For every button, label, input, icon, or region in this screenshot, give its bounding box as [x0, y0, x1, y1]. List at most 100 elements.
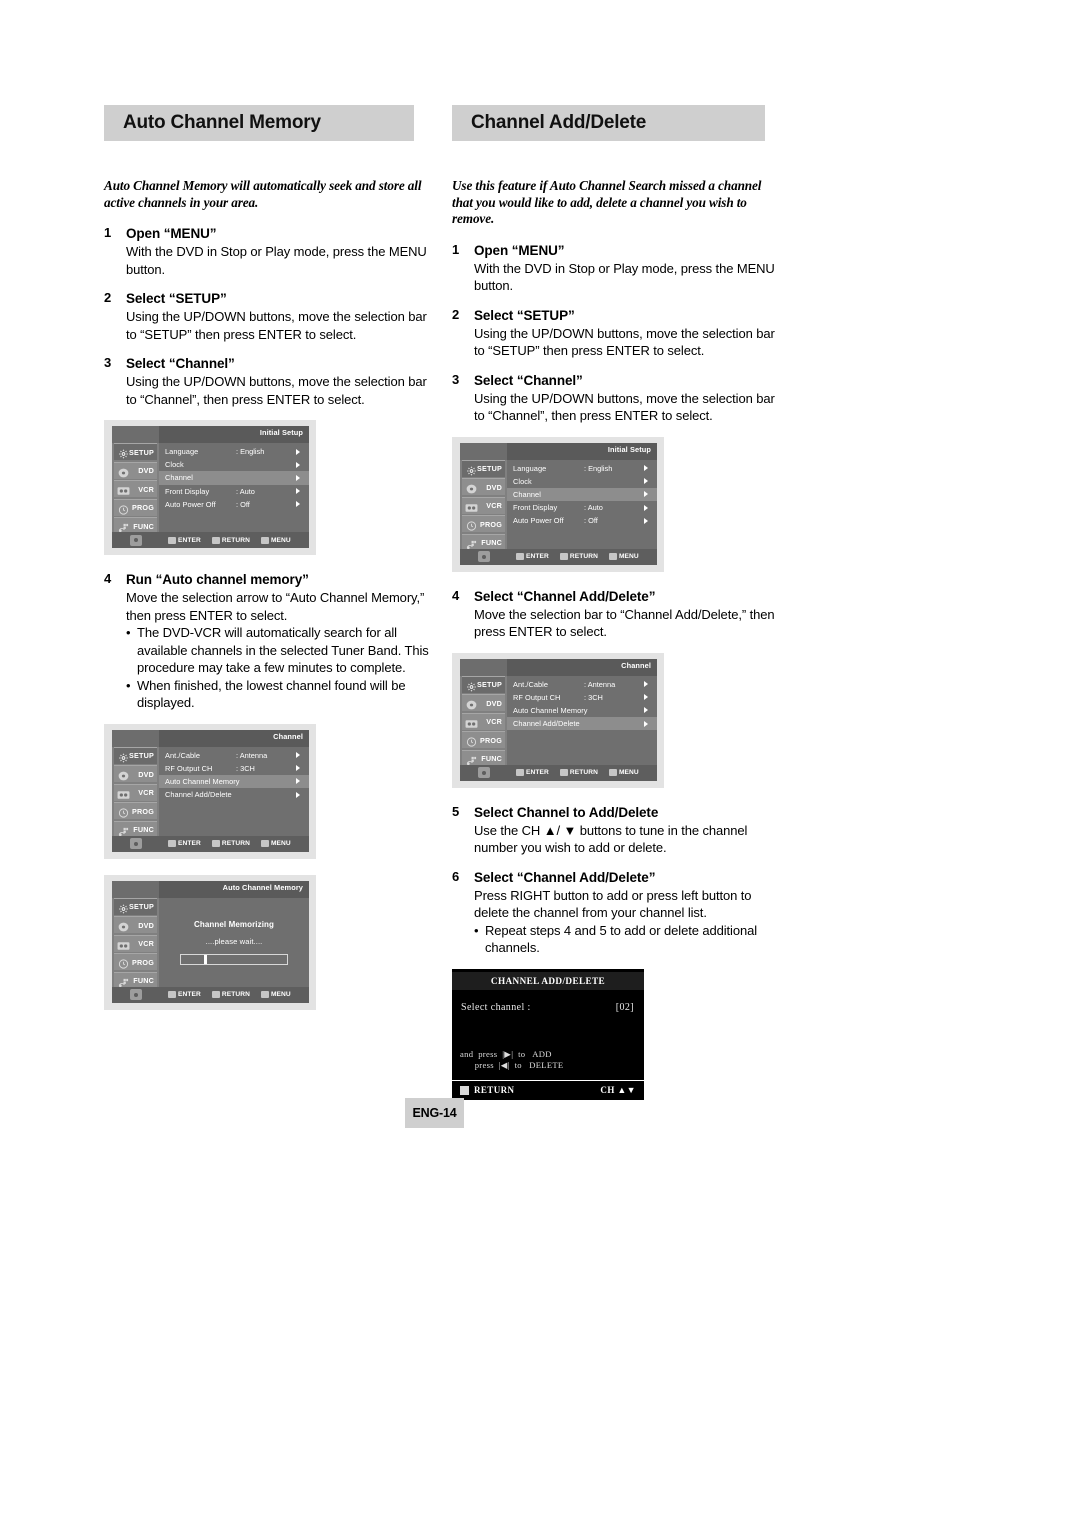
osd-menu-row[interactable]: Ant./Cable : Antenna — [507, 678, 657, 691]
osd-menu-row[interactable]: Auto Channel Memory — [507, 704, 657, 717]
footer-key-return: RETURN — [211, 991, 250, 998]
menu-key-icon — [608, 769, 617, 776]
osd-rail-item-vcr[interactable]: VCR — [114, 783, 157, 801]
step-title: Select “SETUP” — [474, 307, 575, 323]
osd-rail-item-setup[interactable]: SETUP — [462, 459, 505, 477]
osd-menu-row[interactable]: Language : English — [159, 445, 309, 458]
footer-key-label: RETURN — [221, 991, 250, 998]
osd-menu-row[interactable]: Ant./Cable : Antenna — [159, 749, 309, 762]
osd-rail-item-dvd[interactable]: DVD — [462, 694, 505, 712]
osd-rail-item-setup[interactable]: SETUP — [462, 675, 505, 693]
menu-key-icon — [260, 840, 269, 847]
osd-row-value: : Antenna — [236, 750, 268, 760]
osd-row-label: Auto Power Off — [513, 516, 564, 526]
chevron-right-icon — [644, 720, 648, 727]
osd-rail-item-setup[interactable]: SETUP — [114, 443, 157, 461]
osd-rail-item-vcr[interactable]: VCR — [462, 712, 505, 730]
footer-key-menu: MENU — [260, 840, 291, 847]
enter-key-icon — [168, 536, 176, 544]
step-3: 3 Select “Channel” Using the UP/DOWN but… — [104, 355, 432, 408]
step-number: 3 — [452, 371, 460, 387]
return-label: RETURN — [474, 1085, 515, 1095]
osd-rail-label: VCR — [486, 501, 502, 511]
step-number: 1 — [104, 225, 112, 240]
osd-menu-row[interactable]: Front Display : Auto — [159, 485, 309, 498]
osd-screen: Channel SETUP DVD VCR PROG FUNC Ant./Cab… — [460, 658, 657, 781]
osd-rail-item-dvd[interactable]: DVD — [114, 916, 157, 934]
osd-nav-rail: SETUP DVD VCR PROG FUNC — [112, 443, 159, 535]
chevron-right-icon — [296, 765, 300, 772]
progress-wait-text: ....please wait.... — [205, 936, 263, 946]
osd-menu-row[interactable]: Auto Power Off : Off — [159, 498, 309, 511]
osd-menu-row[interactable]: Clock — [507, 475, 657, 488]
osd-rail-item-dvd[interactable]: DVD — [462, 478, 505, 496]
osd-menu-row-selected[interactable]: Auto Channel Memory — [159, 774, 309, 789]
osd-row-value: : Auto — [236, 486, 255, 496]
osd-rail-label: VCR — [138, 788, 154, 798]
osd-rail-item-setup[interactable]: SETUP — [114, 897, 157, 915]
osd-screenshot-initial-setup: Initial Setup SETUP DVD VCR PROG FUNC La… — [452, 436, 664, 572]
page-number: ENG-14 — [412, 1106, 457, 1120]
step-title: Select “Channel” — [474, 372, 583, 388]
osd-title-bar: Initial Setup — [112, 426, 309, 443]
dialog-body: Select channel : [02] and press |▶| to A… — [452, 990, 644, 1080]
osd-menu-row[interactable]: Auto Power Off : Off — [507, 514, 657, 527]
footer-key-label: MENU — [618, 553, 639, 560]
cassette-icon — [117, 484, 130, 496]
osd-row-label: Ant./Cable — [513, 679, 549, 689]
osd-menu-row[interactable]: Channel Add/Delete — [159, 788, 309, 801]
osd-row-value: : 3CH — [236, 763, 255, 773]
disc-icon — [465, 698, 478, 710]
osd-rail-label: PROG — [132, 503, 154, 513]
return-key-icon — [211, 840, 220, 847]
osd-rail-item-prog[interactable]: PROG — [114, 498, 157, 516]
osd-rail-item-vcr[interactable]: VCR — [114, 480, 157, 498]
disc-icon — [465, 482, 478, 494]
osd-menu-list: Ant./Cable : Antenna RF Output CH : 3CH … — [159, 746, 309, 836]
step-1: 1 Open “MENU” With the DVD in Stop or Pl… — [452, 242, 780, 295]
step-1: 1 Open “MENU” With the DVD in Stop or Pl… — [104, 225, 432, 278]
osd-menu-row[interactable]: Front Display : Auto — [507, 501, 657, 514]
osd-rail-item-prog[interactable]: PROG — [462, 731, 505, 749]
osd-row-label: Front Display — [513, 503, 558, 513]
step-body: With the DVD in Stop or Play mode, press… — [126, 244, 427, 277]
osd-rail-item-prog[interactable]: PROG — [462, 515, 505, 533]
osd-menu-row[interactable]: RF Output CH : 3CH — [159, 762, 309, 775]
osd-row-value: : English — [584, 463, 613, 473]
osd-rail-item-prog[interactable]: PROG — [114, 953, 157, 971]
clock-icon — [465, 519, 478, 531]
return-button[interactable]: RETURN — [460, 1085, 514, 1095]
disc-icon — [117, 920, 130, 932]
cassette-icon — [117, 938, 130, 950]
osd-row-value: : Off — [584, 516, 598, 526]
osd-title-bar-corner — [460, 658, 507, 676]
dialog-title-bar: CHANNEL ADD/DELETE — [452, 968, 644, 990]
chevron-right-icon — [296, 461, 300, 468]
osd-menu-list: Language : English Clock Channel Front D… — [507, 459, 657, 549]
step-body: Press RIGHT button to add or press left … — [474, 887, 752, 921]
osd-menu-row[interactable]: RF Output CH : 3CH — [507, 691, 657, 704]
osd-rail-item-dvd[interactable]: DVD — [114, 461, 157, 479]
function-icon — [117, 824, 130, 837]
osd-rail-item-setup[interactable]: SETUP — [114, 746, 157, 764]
osd-rail-item-vcr[interactable]: VCR — [462, 496, 505, 514]
osd-nav-rail: SETUP DVD VCR PROG FUNC — [112, 746, 159, 838]
clock-icon — [117, 502, 130, 515]
function-icon — [117, 975, 130, 988]
osd-nav-rail: SETUP DVD VCR PROG FUNC — [460, 459, 507, 551]
osd-menu-row-selected[interactable]: Channel — [507, 487, 657, 502]
osd-menu-row-selected[interactable]: Channel — [159, 471, 309, 485]
osd-rail-item-vcr[interactable]: VCR — [114, 934, 157, 952]
osd-rail-label: SETUP — [129, 751, 154, 761]
osd-menu-row[interactable]: Clock — [159, 458, 309, 471]
chevron-right-icon — [644, 694, 648, 701]
step-bullets: The DVD-VCR will automatically search fo… — [126, 624, 432, 712]
osd-menu-row[interactable]: Language : English — [507, 462, 657, 475]
osd-menu-row-selected[interactable]: Channel Add/Delete — [507, 717, 657, 731]
osd-rail-item-dvd[interactable]: DVD — [114, 765, 157, 783]
step-number: 4 — [452, 587, 460, 603]
osd-rail-label: PROG — [132, 957, 154, 967]
osd-rail-label: FUNC — [133, 825, 154, 835]
osd-rail-label: FUNC — [481, 754, 502, 764]
osd-rail-item-prog[interactable]: PROG — [114, 802, 157, 820]
